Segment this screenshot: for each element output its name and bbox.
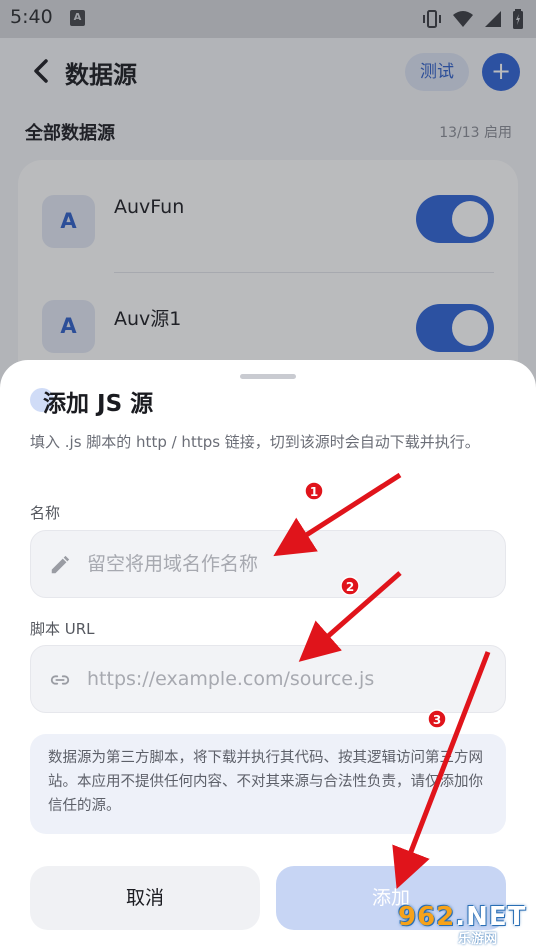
url-field[interactable] bbox=[30, 645, 506, 713]
site-watermark: 962.NET 乐游网 bbox=[398, 898, 532, 948]
name-field[interactable] bbox=[30, 530, 506, 598]
add-js-source-sheet: 添加 JS 源 填入 .js 脚本的 http / https 链接，切到该源时… bbox=[0, 360, 536, 952]
name-input[interactable] bbox=[87, 531, 487, 597]
link-icon bbox=[50, 675, 70, 685]
url-label: 脚本 URL bbox=[30, 620, 95, 638]
drag-handle[interactable] bbox=[240, 374, 296, 379]
url-input[interactable] bbox=[87, 646, 487, 712]
disclaimer-notice: 数据源为第三方脚本，将下载并执行其代码、按其逻辑访问第三方网站。本应用不提供任何… bbox=[30, 734, 506, 834]
name-label: 名称 bbox=[30, 504, 61, 522]
sheet-description: 填入 .js 脚本的 http / https 链接，切到该源时会自动下载并执行… bbox=[30, 433, 480, 451]
watermark-subtitle: 乐游网 bbox=[458, 932, 498, 947]
cancel-button[interactable]: 取消 bbox=[30, 866, 260, 930]
pencil-icon bbox=[51, 555, 70, 574]
sheet-title: 添加 JS 源 bbox=[43, 391, 154, 417]
